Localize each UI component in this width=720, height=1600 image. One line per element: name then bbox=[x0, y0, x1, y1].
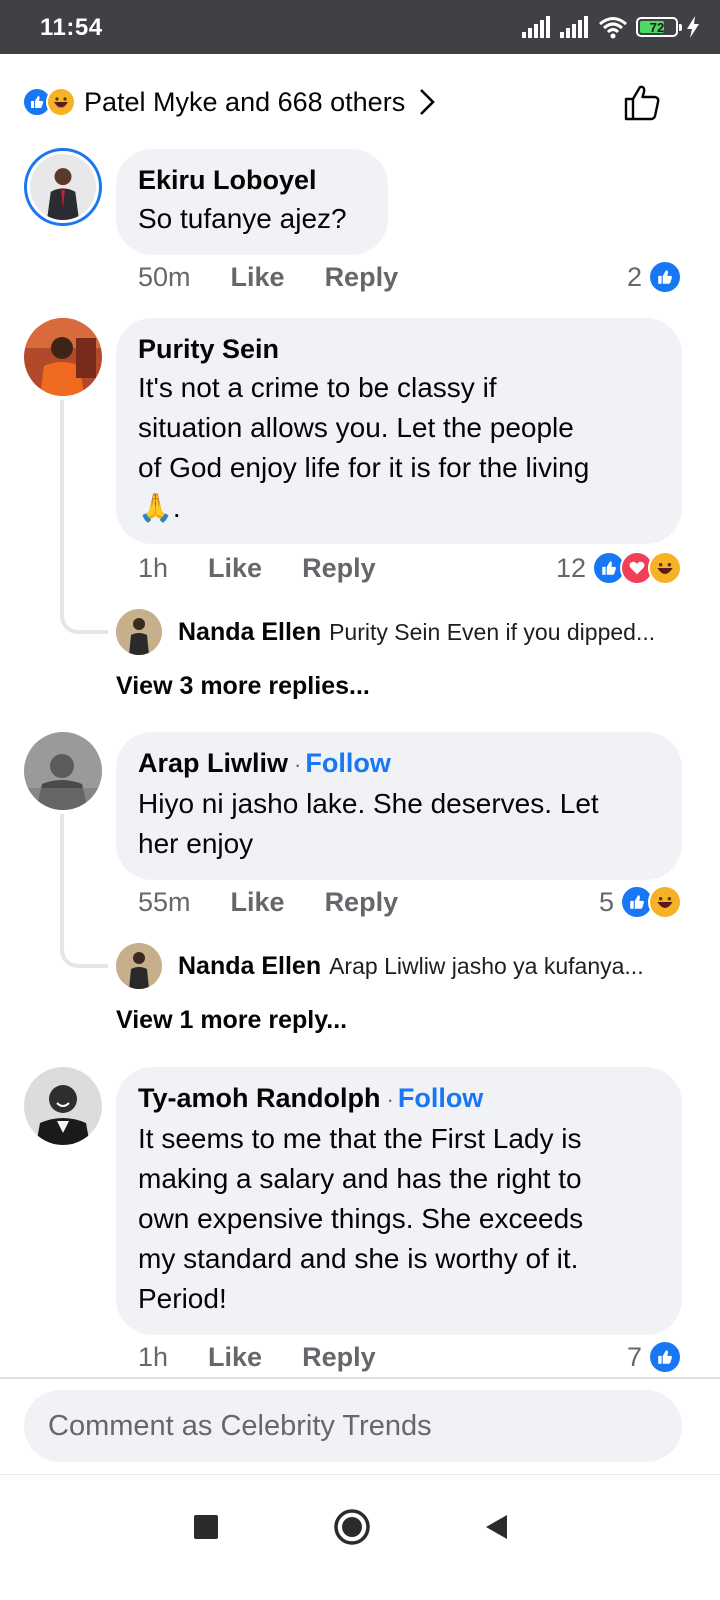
comment-bubble[interactable]: Arap Liwliw · Follow Hiyo ni jasho lake. S… bbox=[116, 732, 682, 880]
like-button[interactable]: Like bbox=[208, 1342, 262, 1373]
avatar[interactable] bbox=[24, 148, 102, 226]
charging-bolt-icon bbox=[687, 16, 699, 38]
haha-icon bbox=[648, 551, 682, 585]
comment-author[interactable]: Arap Liwliw bbox=[138, 748, 288, 778]
like-icon bbox=[648, 1340, 682, 1374]
like-icon bbox=[648, 260, 682, 294]
comment-text-line: situation allows you. Let the people bbox=[138, 412, 574, 443]
reaction-count-number: 7 bbox=[626, 1341, 642, 1372]
reply-author[interactable]: Nanda Ellen bbox=[178, 952, 321, 981]
comment-input-placeholder: Comment as Celebrity Trends bbox=[48, 1409, 432, 1442]
avatar[interactable] bbox=[24, 732, 102, 810]
avatar[interactable] bbox=[116, 609, 162, 655]
battery-icon: 72 bbox=[636, 17, 682, 37]
comment-text-line: making a salary and has the right to bbox=[138, 1163, 582, 1194]
reply-preview[interactable]: Nanda Ellen Arap Liwliw jasho ya kufanya… bbox=[116, 942, 644, 990]
signal-icon-2 bbox=[560, 16, 588, 38]
reactions-summary[interactable]: Patel Myke and 668 others bbox=[22, 82, 702, 122]
comment-input[interactable]: Comment as Celebrity Trends bbox=[24, 1390, 682, 1462]
reply-text: Purity Sein Even if you dipped... bbox=[329, 618, 656, 645]
reaction-count[interactable]: 7 bbox=[627, 1337, 682, 1377]
follow-button[interactable]: Follow bbox=[305, 748, 390, 778]
reaction-count[interactable]: 2 bbox=[627, 257, 682, 297]
reply-button[interactable]: Reply bbox=[302, 1342, 376, 1373]
comment-author-row: Arap Liwliw · Follow bbox=[138, 748, 391, 778]
reply-preview[interactable]: Nanda Ellen Purity Sein Even if you dipp… bbox=[116, 608, 655, 656]
thread-elbow bbox=[60, 934, 108, 968]
comment-text-line: of God enjoy life for it is for the livi… bbox=[138, 452, 590, 483]
like-button[interactable]: Like bbox=[231, 262, 285, 293]
reply-text: Arap Liwliw jasho ya kufanya... bbox=[329, 952, 644, 979]
avatar[interactable] bbox=[24, 1067, 102, 1145]
like-button[interactable]: Like bbox=[231, 887, 285, 918]
reply-button[interactable]: Reply bbox=[302, 553, 376, 584]
comment-author[interactable]: Purity Sein bbox=[138, 332, 658, 366]
comment-text-line: 🙏. bbox=[138, 492, 181, 523]
like-button[interactable]: Like bbox=[208, 553, 262, 584]
reaction-count-number: 5 bbox=[598, 886, 614, 917]
avatar[interactable] bbox=[24, 318, 102, 396]
comment-text-line: my standard and she is worthy of it. bbox=[138, 1243, 579, 1274]
comment-actions: 55m Like Reply bbox=[138, 882, 438, 922]
comment-text: It seems to me that the First Lady is ma… bbox=[138, 1119, 658, 1319]
follow-button[interactable]: Follow bbox=[398, 1083, 483, 1113]
home-circle-icon[interactable] bbox=[322, 1497, 382, 1557]
composer-divider bbox=[0, 1377, 720, 1379]
comment-text-line: It's not a crime to be classy if bbox=[138, 372, 497, 403]
comment-author[interactable]: Ekiru Loboyel bbox=[138, 163, 364, 197]
thread-elbow bbox=[60, 600, 108, 634]
recents-square-icon[interactable] bbox=[176, 1497, 236, 1557]
reply-button[interactable]: Reply bbox=[325, 887, 399, 918]
reply-button[interactable]: Reply bbox=[325, 262, 399, 293]
reactions-names: Patel Myke and 668 others bbox=[84, 86, 406, 117]
haha-icon bbox=[648, 885, 682, 919]
status-bar: 11:54 72 bbox=[0, 0, 720, 54]
comment-text-line: Hiyo ni jasho lake. She deserves. Let bbox=[138, 788, 599, 819]
wifi-icon bbox=[599, 17, 627, 39]
comment-author-row: Ty-amoh Randolph · Follow bbox=[138, 1083, 484, 1113]
comment-actions: 50m Like Reply bbox=[138, 257, 438, 297]
avatar[interactable] bbox=[116, 943, 162, 989]
chevron-right-icon bbox=[420, 89, 436, 115]
thread-line bbox=[60, 814, 64, 938]
thread-line bbox=[60, 400, 64, 604]
comment-actions: 1h Like Reply bbox=[138, 1337, 416, 1377]
comment-time: 1h bbox=[138, 552, 169, 583]
reaction-count-number: 2 bbox=[626, 261, 642, 292]
comment-text: It's not a crime to be classy if situati… bbox=[138, 368, 658, 528]
reaction-count[interactable]: 12 bbox=[556, 548, 682, 588]
view-more-replies[interactable]: View 3 more replies... bbox=[116, 672, 370, 701]
like-outline-icon[interactable] bbox=[622, 82, 662, 122]
comment-actions: 1h Like Reply bbox=[138, 548, 416, 588]
comment-text-line: own expensive things. She exceeds bbox=[138, 1203, 584, 1234]
system-nav-bar bbox=[0, 1474, 720, 1600]
reply-author[interactable]: Nanda Ellen bbox=[178, 618, 321, 647]
status-time: 11:54 bbox=[40, 14, 103, 41]
battery-percent: 72 bbox=[649, 19, 665, 35]
comment-text-line: her enjoy bbox=[138, 828, 254, 859]
comment-text: So tufanye ajez? bbox=[138, 203, 347, 234]
reaction-count-number: 12 bbox=[555, 552, 586, 583]
comment-time: 1h bbox=[138, 1341, 169, 1372]
comment-time: 50m bbox=[138, 261, 191, 292]
comment-text-line: Period! bbox=[138, 1283, 227, 1314]
back-triangle-icon[interactable] bbox=[466, 1497, 526, 1557]
comment-text: Hiyo ni jasho lake. She deserves. Let he… bbox=[138, 784, 658, 864]
haha-reaction-icon bbox=[46, 87, 76, 117]
view-more-replies[interactable]: View 1 more reply... bbox=[116, 1006, 347, 1035]
status-icons: 72 bbox=[522, 14, 700, 40]
comment-bubble[interactable]: Ekiru Loboyel So tufanye ajez? bbox=[116, 149, 388, 255]
comment-author[interactable]: Ty-amoh Randolph bbox=[138, 1083, 381, 1113]
comment-time: 55m bbox=[138, 886, 191, 917]
reaction-count[interactable]: 5 bbox=[599, 882, 682, 922]
signal-icon bbox=[522, 16, 550, 38]
comment-bubble[interactable]: Purity Sein It's not a crime to be class… bbox=[116, 318, 682, 544]
comment-bubble[interactable]: Ty-amoh Randolph · Follow It seems to me t… bbox=[116, 1067, 682, 1335]
comment-text-line: It seems to me that the First Lady is bbox=[138, 1123, 582, 1154]
